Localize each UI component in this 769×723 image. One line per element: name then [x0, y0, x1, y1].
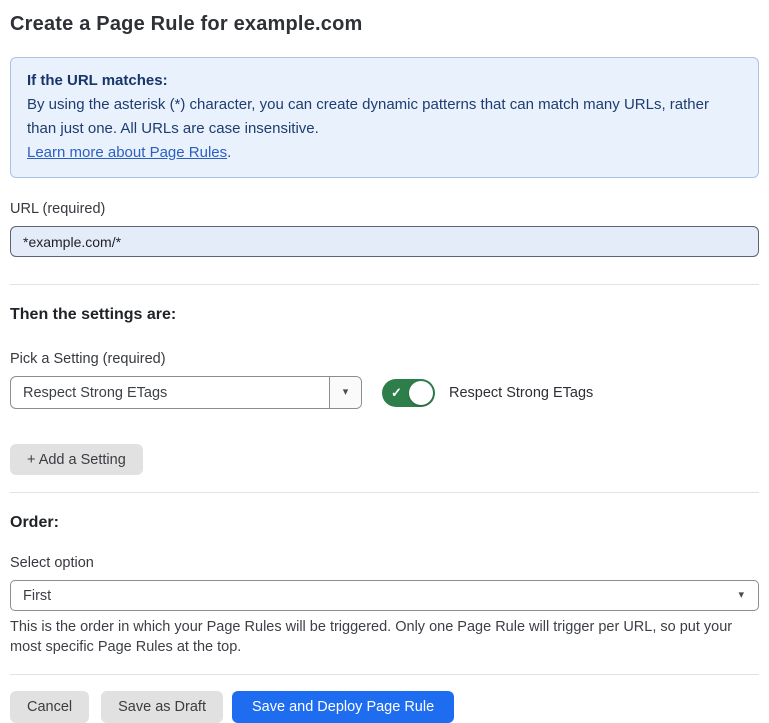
setting-row: Respect Strong ETags ▾ ✓ Respect Strong … [10, 376, 759, 409]
order-select-value: First [23, 588, 51, 604]
setting-dropdown[interactable]: Respect Strong ETags ▾ [10, 376, 362, 409]
url-field-label: URL (required) [10, 200, 759, 218]
setting-toggle-group: ✓ Respect Strong ETags [382, 379, 593, 407]
toggle-knob [409, 381, 433, 405]
url-match-info-callout: If the URL matches: By using the asteris… [10, 57, 759, 178]
link-period: . [227, 144, 231, 161]
learn-more-link[interactable]: Learn more about Page Rules [27, 144, 227, 161]
info-callout-heading: If the URL matches: [27, 69, 742, 93]
add-setting-button[interactable]: + Add a Setting [10, 444, 143, 475]
chevron-down-icon: ▾ [343, 387, 349, 398]
divider [10, 492, 759, 493]
order-select-label: Select option [10, 554, 759, 572]
settings-section-heading: Then the settings are: [10, 305, 759, 324]
form-actions: Cancel Save as Draft Save and Deploy Pag… [10, 691, 759, 723]
check-icon: ✓ [391, 385, 402, 401]
order-help-text: This is the order in which your Page Rul… [10, 618, 759, 657]
info-callout-body: By using the asterisk (*) character, you… [27, 93, 742, 141]
cancel-button[interactable]: Cancel [10, 691, 89, 723]
order-section-heading: Order: [10, 513, 759, 532]
divider [10, 674, 759, 675]
chevron-down-icon: ▾ [738, 590, 744, 601]
page-title: Create a Page Rule for example.com [10, 11, 759, 38]
setting-dropdown-caret-button[interactable]: ▾ [329, 377, 361, 408]
setting-toggle[interactable]: ✓ [382, 379, 435, 407]
setting-dropdown-value: Respect Strong ETags [11, 377, 329, 408]
order-select[interactable]: First ▾ [10, 580, 759, 611]
divider [10, 284, 759, 285]
info-callout-link-line: Learn more about Page Rules. [27, 141, 742, 165]
pick-setting-label: Pick a Setting (required) [10, 350, 759, 368]
save-as-draft-button[interactable]: Save as Draft [101, 691, 223, 723]
page-rule-form: Create a Page Rule for example.com If th… [0, 0, 769, 723]
save-and-deploy-button[interactable]: Save and Deploy Page Rule [232, 691, 454, 723]
url-input[interactable] [10, 226, 759, 257]
setting-toggle-label: Respect Strong ETags [449, 385, 593, 401]
